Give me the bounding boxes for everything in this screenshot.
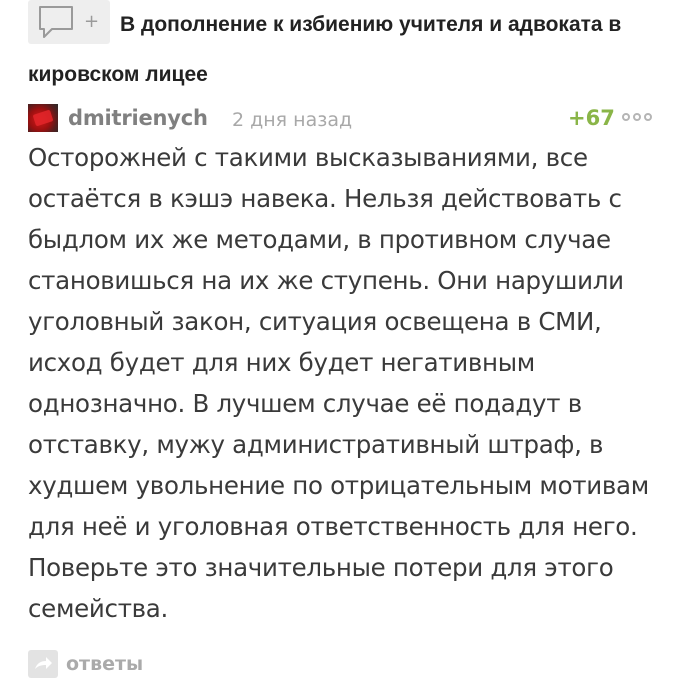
comment-rating: +67 — [568, 106, 615, 130]
comment-text: Осторожней с такими высказываниями, все … — [28, 143, 649, 623]
post-title[interactable]: В дополнение к избиению учителя и адвока… — [28, 0, 678, 100]
more-dot — [644, 113, 652, 121]
more-dot — [622, 113, 630, 121]
replies-button[interactable]: ответы — [28, 648, 143, 680]
more-options-icon[interactable] — [622, 113, 652, 121]
reply-arrow-icon — [28, 650, 58, 678]
more-dot — [633, 113, 641, 121]
avatar[interactable] — [28, 104, 58, 132]
comment-header: dmitrienych 2 дня назад +67 — [28, 102, 668, 134]
replies-label: ответы — [66, 653, 144, 675]
username-link[interactable]: dmitrienych — [68, 102, 208, 134]
comment-timestamp[interactable]: 2 дня назад — [232, 104, 352, 136]
